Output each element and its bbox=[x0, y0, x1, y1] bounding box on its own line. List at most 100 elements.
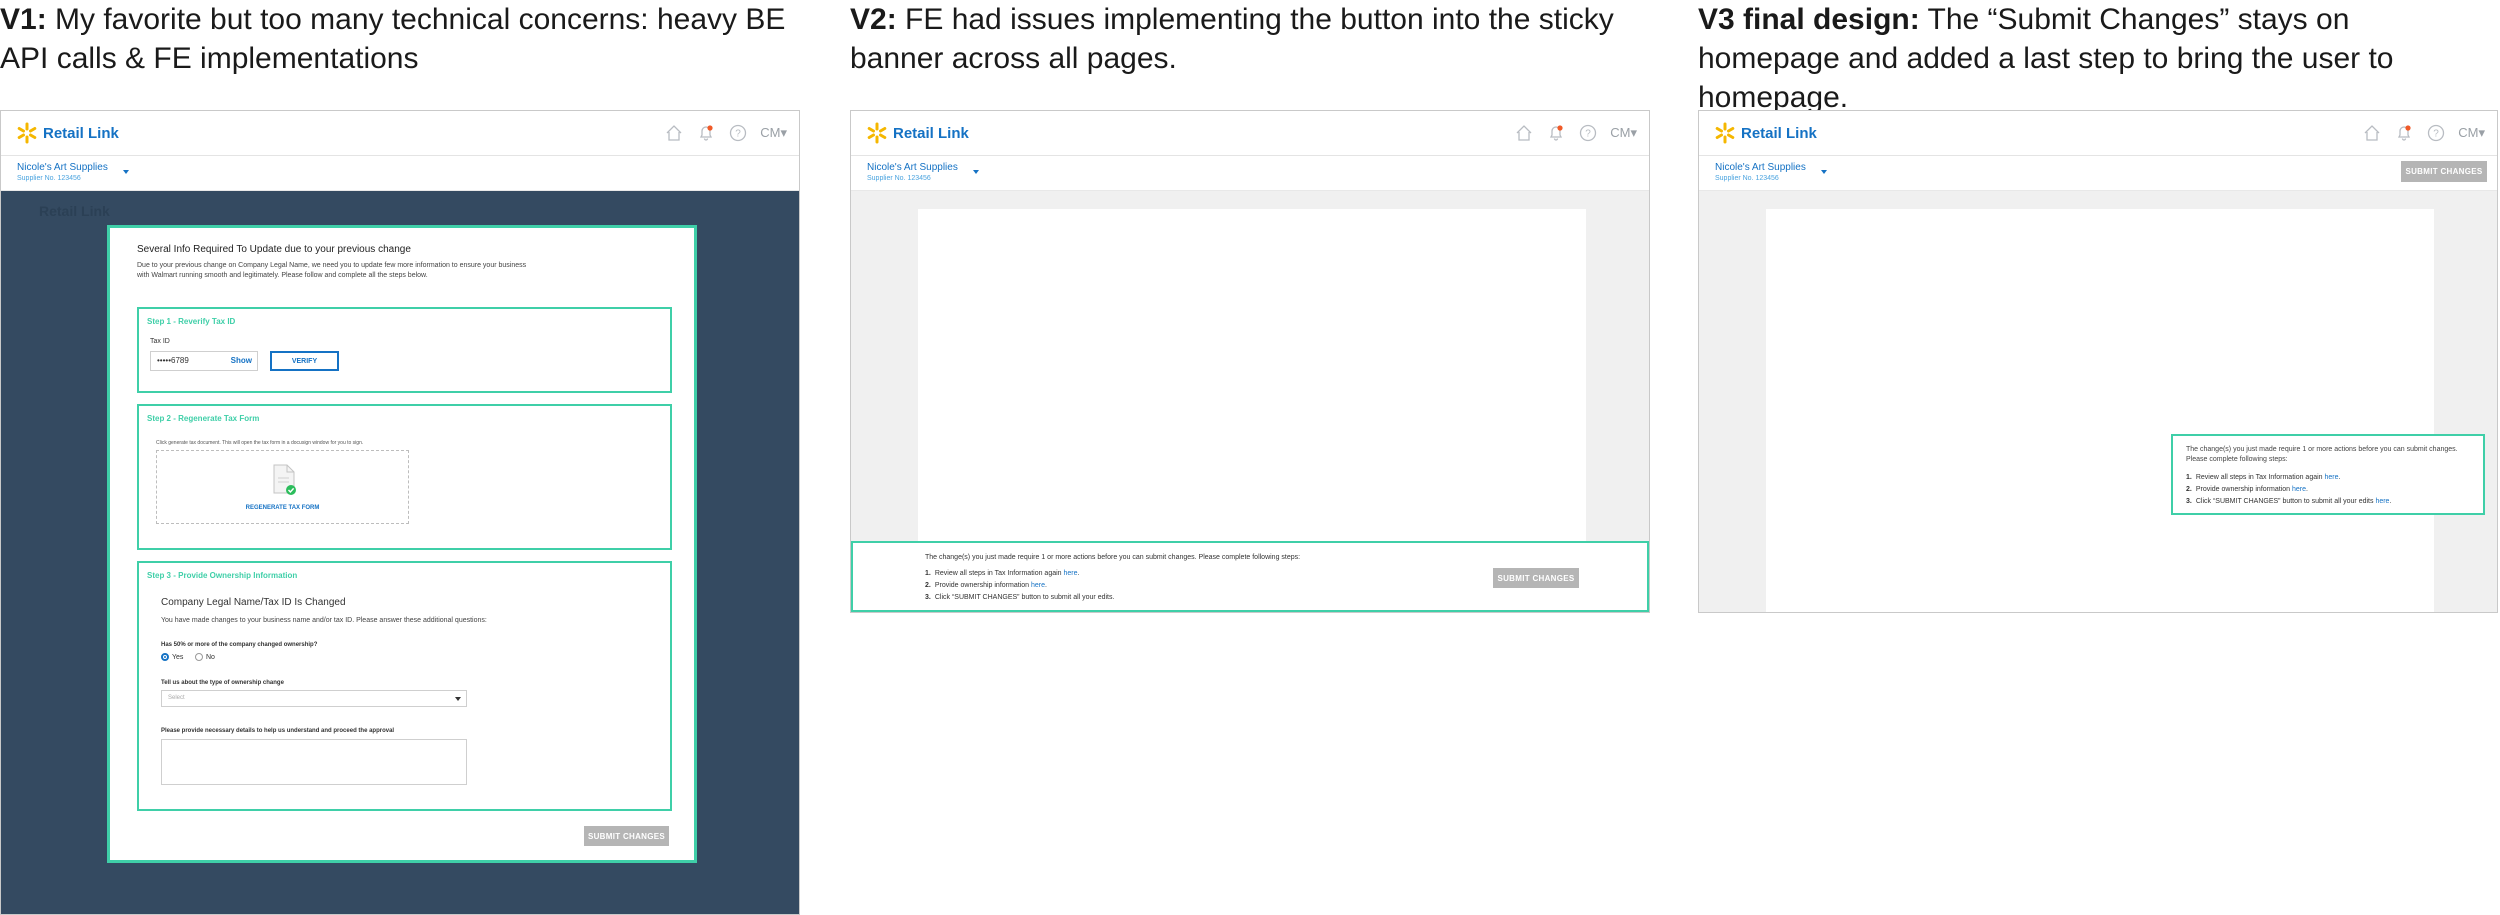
radio-no-label: No bbox=[206, 653, 215, 661]
home-icon[interactable] bbox=[664, 123, 684, 143]
radio-yes[interactable]: Yes bbox=[161, 653, 183, 661]
tax-id-value: •••••6789 bbox=[157, 356, 189, 365]
modal-description-line-1: Due to your previous change on Company L… bbox=[137, 262, 527, 269]
chevron-down-icon bbox=[123, 170, 129, 174]
supplier-bar: Nicole's Art Supplies Supplier No. 12345… bbox=[1, 156, 799, 191]
top-nav: Retail Link ? CM▾ bbox=[1, 111, 799, 156]
card-step-2: 2. Provide ownership information here. bbox=[2186, 486, 2308, 493]
home-icon[interactable] bbox=[1514, 123, 1534, 143]
ghost-logo-text: Retail Link bbox=[39, 203, 110, 219]
banner-step-2: 2. Provide ownership information here. bbox=[925, 582, 1047, 589]
banner-steps: 1. Review all steps in Tax Information ag… bbox=[925, 568, 1114, 604]
modal-description-line-2: with Walmart running smooth and legitima… bbox=[137, 272, 428, 279]
top-nav: Retail Link ? CM▾ bbox=[1699, 111, 2497, 156]
tax-info-link[interactable]: here bbox=[1064, 570, 1078, 577]
user-menu[interactable]: CM▾ bbox=[2458, 125, 2485, 141]
step-1-box: Step 1 - Reverify Tax ID Tax ID •••••678… bbox=[137, 307, 672, 393]
regenerate-tax-form-dropzone[interactable]: REGENERATE TAX FORM bbox=[156, 450, 409, 524]
svg-text:?: ? bbox=[735, 129, 741, 140]
regenerate-tax-form-label[interactable]: REGENERATE TAX FORM bbox=[157, 505, 408, 511]
modal-title: Several Info Required To Update due to y… bbox=[137, 244, 411, 255]
supplier-name: Nicole's Art Supplies bbox=[17, 162, 108, 173]
caption-v2: V2: FE had issues implementing the butto… bbox=[850, 0, 1650, 78]
homepage-link[interactable]: here bbox=[2375, 498, 2389, 505]
radio-yes-label: Yes bbox=[172, 653, 184, 661]
chevron-down-icon bbox=[1821, 170, 1827, 174]
ownership-description: You have made changes to your business n… bbox=[161, 617, 487, 624]
logo-text: Retail Link bbox=[43, 124, 119, 142]
supplier-name: Nicole's Art Supplies bbox=[1715, 162, 1806, 173]
supplier-selector[interactable]: Nicole's Art Supplies Supplier No. 12345… bbox=[17, 162, 129, 183]
caption-v1-text: My favorite but too many technical conce… bbox=[0, 3, 786, 75]
banner-step-1: 1. Review all steps in Tax Information ag… bbox=[925, 570, 1080, 577]
user-menu[interactable]: CM▾ bbox=[760, 125, 787, 141]
ownership-details-textarea[interactable] bbox=[161, 739, 467, 785]
user-initials: CM bbox=[760, 125, 781, 140]
user-initials: CM bbox=[1610, 125, 1631, 140]
ownership-type-placeholder: Select bbox=[168, 695, 185, 701]
spark-logo-icon bbox=[867, 122, 887, 144]
supplier-number: Supplier No. 123456 bbox=[17, 175, 81, 182]
card-steps: 1. Review all steps in Tax Information ag… bbox=[2186, 472, 2391, 508]
bell-icon[interactable] bbox=[696, 123, 716, 143]
ownership-info-link[interactable]: here bbox=[1031, 582, 1045, 589]
logo[interactable]: Retail Link bbox=[866, 122, 969, 144]
sticky-action-banner: The change(s) you just made require 1 or… bbox=[851, 541, 1649, 612]
nav-icons: ? CM▾ bbox=[2362, 123, 2485, 143]
caption-v2-lead: V2: bbox=[850, 3, 897, 36]
card-step-1: 1. Review all steps in Tax Information ag… bbox=[2186, 474, 2341, 481]
submit-changes-button[interactable]: SUBMIT CHANGES bbox=[1493, 568, 1579, 588]
bell-icon[interactable] bbox=[2394, 123, 2414, 143]
frame-v1: Retail Link ? CM▾ Nicole's Art Supplies … bbox=[0, 110, 800, 915]
ownership-type-select[interactable]: Select bbox=[161, 690, 467, 707]
svg-text:?: ? bbox=[1585, 129, 1591, 140]
logo[interactable]: Retail Link bbox=[1714, 122, 1817, 144]
help-icon[interactable]: ? bbox=[728, 123, 748, 143]
logo-text: Retail Link bbox=[1741, 124, 1817, 142]
show-tax-id-link[interactable]: Show bbox=[231, 356, 252, 365]
banner-step-3: 3. Click “SUBMIT CHANGES” button to submi… bbox=[925, 594, 1115, 601]
frame-v3: Retail Link ? CM▾ Nicole's Art Supplies … bbox=[1698, 110, 2498, 613]
logo[interactable]: Retail Link bbox=[16, 122, 119, 144]
card-step-3: 3. Click “SUBMIT CHANGES” button to submi… bbox=[2186, 498, 2392, 505]
regenerate-hint: Click generate tax document. This will o… bbox=[156, 440, 364, 446]
tax-id-input[interactable]: •••••6789 Show bbox=[150, 351, 258, 371]
user-menu[interactable]: CM▾ bbox=[1610, 125, 1637, 141]
supplier-selector[interactable]: Nicole's Art Supplies Supplier No. 12345… bbox=[867, 162, 979, 183]
frame-v2: Retail Link ? CM▾ Nicole's Art Supplies … bbox=[850, 110, 1650, 613]
ownership-question-3: Please provide necessary details to help… bbox=[161, 728, 395, 734]
page-content bbox=[1766, 209, 2434, 612]
step-3-title: Step 3 - Provide Ownership Information bbox=[147, 571, 298, 580]
supplier-number: Supplier No. 123456 bbox=[1715, 175, 1779, 182]
bell-icon[interactable] bbox=[1546, 123, 1566, 143]
top-nav: Retail Link ? CM▾ bbox=[851, 111, 1649, 156]
content-area bbox=[1699, 191, 2497, 612]
step-3-box: Step 3 - Provide Ownership Information C… bbox=[137, 561, 672, 811]
ownership-info-link[interactable]: here bbox=[2292, 486, 2306, 493]
spark-logo-icon bbox=[17, 122, 37, 144]
supplier-number: Supplier No. 123456 bbox=[867, 175, 931, 182]
radio-no[interactable]: No bbox=[195, 653, 215, 661]
chevron-down-icon bbox=[973, 170, 979, 174]
step-1-title: Step 1 - Reverify Tax ID bbox=[147, 317, 236, 326]
help-icon[interactable]: ? bbox=[1578, 123, 1598, 143]
spark-logo-icon bbox=[1715, 122, 1735, 144]
verify-button[interactable]: VERIFY bbox=[270, 351, 339, 371]
user-initials: CM bbox=[2458, 125, 2479, 140]
submit-changes-button[interactable]: SUBMIT CHANGES bbox=[2401, 161, 2487, 182]
supplier-name: Nicole's Art Supplies bbox=[867, 162, 958, 173]
help-icon[interactable]: ? bbox=[2426, 123, 2446, 143]
chevron-down-icon bbox=[455, 697, 461, 701]
radio-no-indicator bbox=[195, 653, 203, 661]
supplier-selector[interactable]: Nicole's Art Supplies Supplier No. 12345… bbox=[1715, 162, 1827, 183]
supplier-bar: Nicole's Art Supplies Supplier No. 12345… bbox=[851, 156, 1649, 191]
caption-v3: V3 final design: The “Submit Changes” st… bbox=[1698, 0, 2498, 117]
caption-v1-lead: V1: bbox=[0, 3, 47, 36]
supplier-bar: Nicole's Art Supplies Supplier No. 12345… bbox=[1699, 156, 2497, 191]
submit-changes-button[interactable]: SUBMIT CHANGES bbox=[584, 826, 669, 846]
caption-v1: V1: My favorite but too many technical c… bbox=[0, 0, 800, 78]
tax-info-link[interactable]: here bbox=[2325, 474, 2339, 481]
card-intro-line-2: Please complete following steps: bbox=[2186, 456, 2288, 463]
home-icon[interactable] bbox=[2362, 123, 2382, 143]
nav-icons: ? CM▾ bbox=[664, 123, 787, 143]
